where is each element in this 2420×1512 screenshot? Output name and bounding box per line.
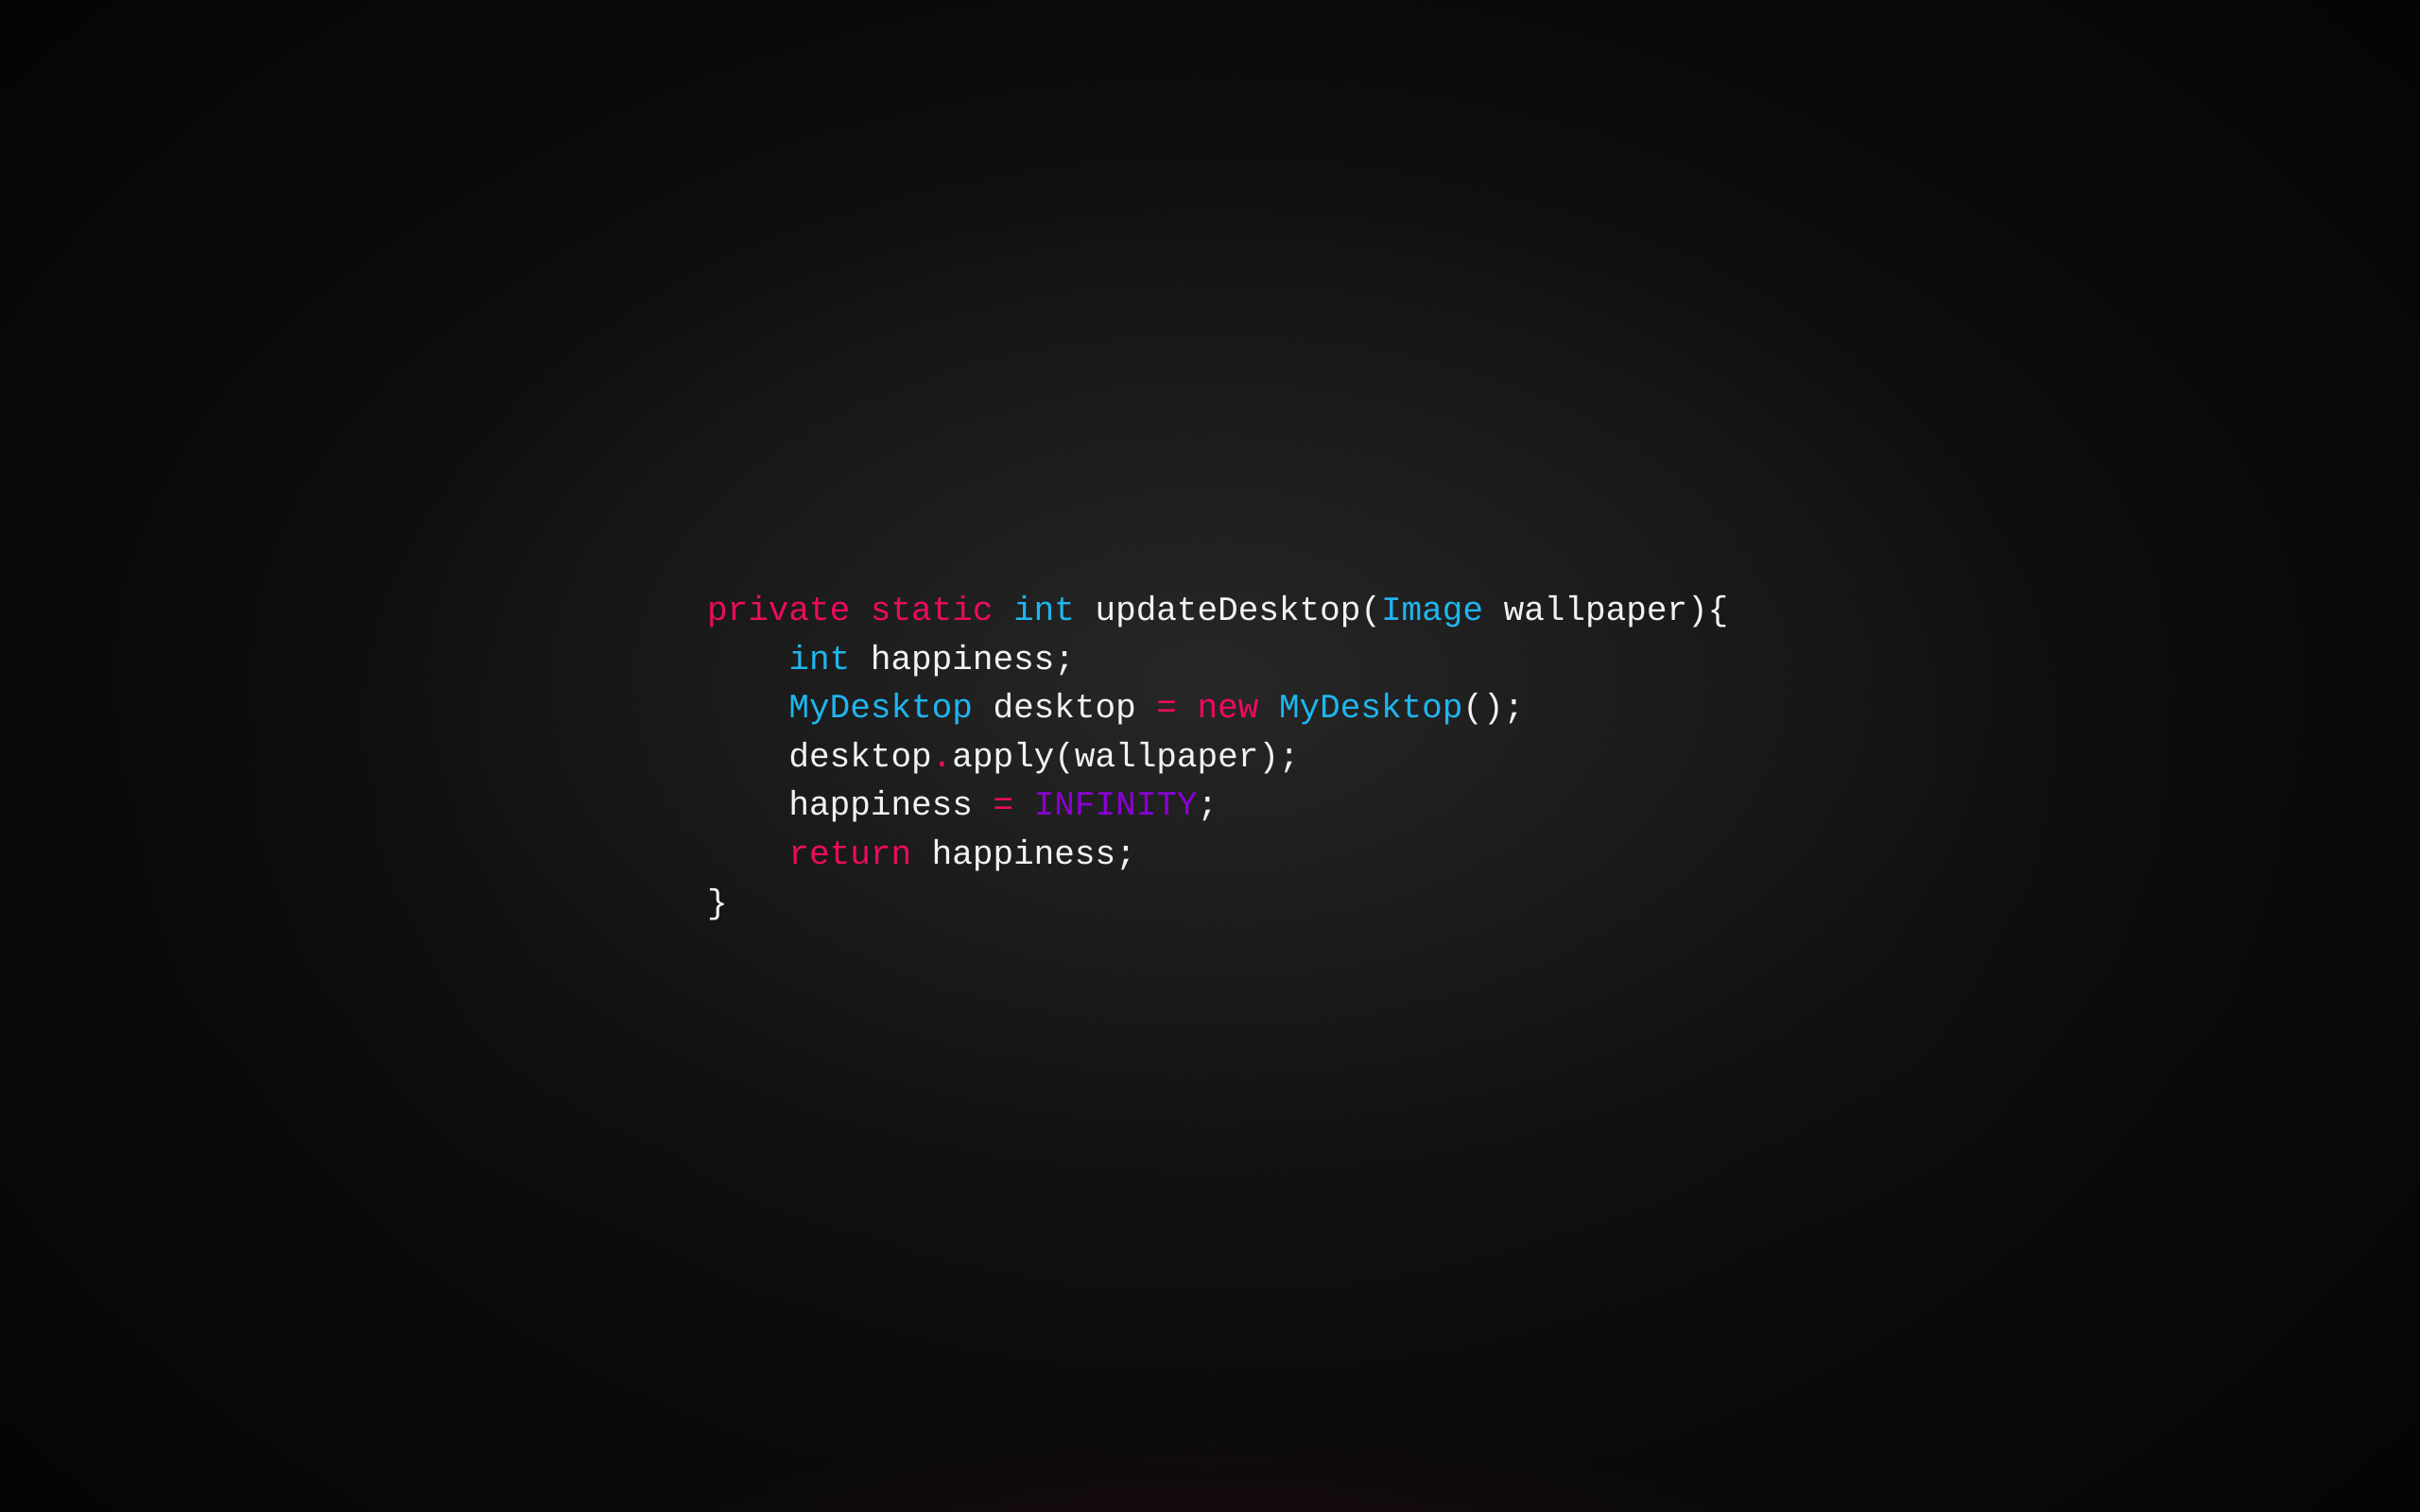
code-token-plain: happiness; bbox=[850, 640, 1075, 679]
code-line: happiness = INFINITY; bbox=[707, 782, 1728, 831]
code-line: int happiness; bbox=[707, 636, 1728, 685]
code-line: } bbox=[707, 880, 1728, 929]
desktop-wallpaper: private static int updateDesktop(Image w… bbox=[0, 0, 2420, 1512]
code-token-keyword: private bbox=[707, 592, 851, 630]
code-token-punctuation: . bbox=[931, 737, 953, 777]
code-token-indent bbox=[707, 835, 788, 874]
code-token-plain: happiness; bbox=[911, 834, 1136, 874]
code-token-operator: = bbox=[993, 786, 1014, 826]
code-token-plain: wallpaper){ bbox=[1482, 592, 1729, 630]
code-token-plain: ; bbox=[1197, 786, 1219, 826]
code-token-indent bbox=[707, 689, 788, 728]
code-token-type: int bbox=[1013, 592, 1075, 630]
code-token-plain: desktop bbox=[972, 689, 1157, 729]
code-line: MyDesktop desktop = new MyDesktop(); bbox=[707, 684, 1728, 733]
code-line: desktop.apply(wallpaper); bbox=[707, 733, 1728, 782]
code-line: return happiness; bbox=[707, 831, 1728, 880]
code-token-type: int bbox=[788, 640, 851, 679]
code-token-constant: INFINITY bbox=[1033, 786, 1198, 826]
code-token-type: MyDesktop bbox=[788, 689, 973, 729]
code-token-indent bbox=[707, 738, 788, 777]
code-token-plain: } bbox=[707, 884, 728, 923]
code-token-indent bbox=[707, 786, 788, 825]
code-token-type: MyDesktop bbox=[1278, 689, 1463, 729]
code-token-plain: desktop bbox=[788, 737, 932, 777]
code-token-indent bbox=[707, 641, 788, 679]
code-token-plain: (); bbox=[1462, 689, 1525, 729]
code-token-operator: = bbox=[1156, 689, 1177, 729]
code-token-plain: updateDesktop( bbox=[1074, 592, 1381, 630]
code-token-plain: apply(wallpaper); bbox=[952, 737, 1300, 777]
background-bottom-magenta-glow bbox=[0, 1153, 2420, 1512]
code-token-keyword: return bbox=[788, 834, 912, 874]
code-token-type: Image bbox=[1380, 592, 1483, 630]
code-token-plain: happiness bbox=[788, 786, 994, 826]
code-line: private static int updateDesktop(Image w… bbox=[707, 587, 1728, 636]
code-token-keyword: static bbox=[870, 592, 994, 630]
code-token-keyword: new bbox=[1197, 689, 1259, 729]
code-snippet: private static int updateDesktop(Image w… bbox=[707, 587, 1728, 928]
